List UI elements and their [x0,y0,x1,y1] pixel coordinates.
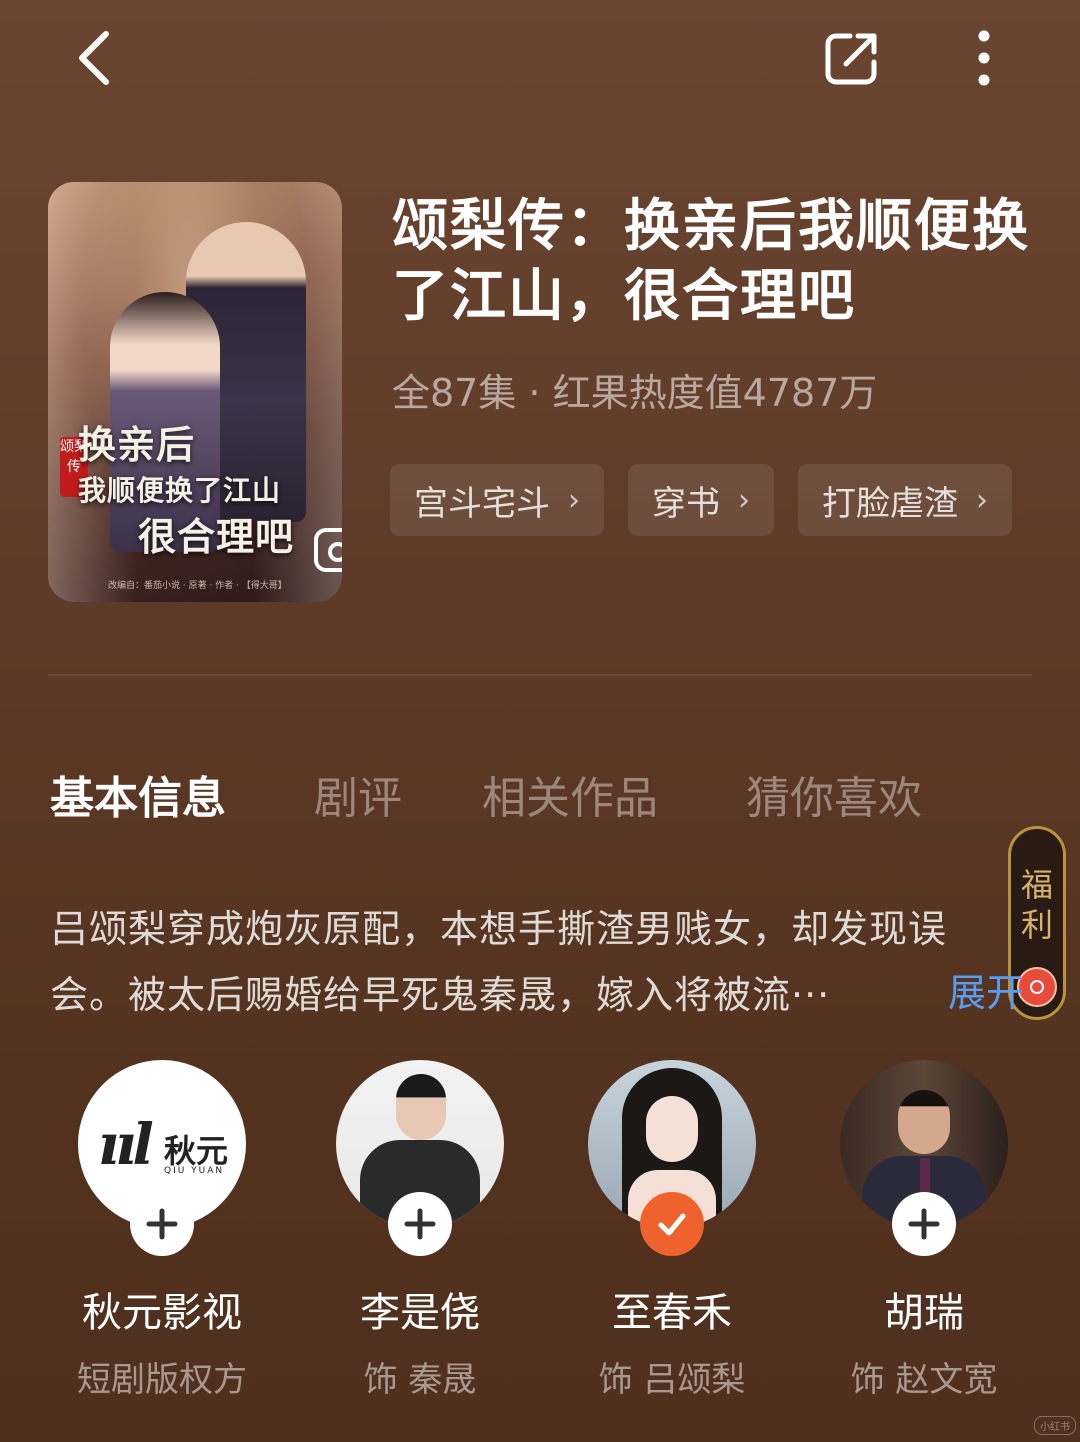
chevron-right-icon: › [738,482,750,518]
chevron-right-icon: › [568,482,580,518]
drama-poster[interactable]: 颂梨传 换亲后 我顺便换了江山 很合理吧 改编自：番茄小说 · 原著 · 作者 … [48,182,342,602]
share-button[interactable] [820,26,884,90]
drama-meta: 全87集 · 红果热度值4787万 [392,371,878,415]
poster-credit: 改编自：番茄小说 · 原著 · 作者 · 【得大哥】 [108,581,287,591]
cast-name: 秋元影视 [82,1290,242,1336]
cast-role: 饰 赵文宽 [850,1360,998,1400]
image-search-icon [314,528,342,572]
chevron-left-icon [79,31,109,85]
cast-name: 李是侥 [360,1290,480,1336]
tag-transmigration[interactable]: 穿书 › [628,464,774,536]
avatar-button[interactable] [336,1060,504,1256]
tag-face-slap[interactable]: 打脸虐渣 › [798,464,1012,536]
cast-member: 至春禾 饰 吕颂梨 [562,1060,782,1401]
more-button[interactable] [952,26,1016,90]
synopsis-line: 会。被太后赐婚给早死鬼秦晟，嫁入将被流··· [50,973,831,1017]
synopsis: 吕颂梨穿成炮灰原配，本想手撕渣男贱女，却发现误 会。被太后赐婚给早死鬼秦晟，嫁入… [50,896,1020,1028]
tab-related-works[interactable]: 相关作品 [482,762,658,826]
plus-icon [146,1208,178,1240]
tab-recommendations[interactable]: 猜你喜欢 [746,762,922,826]
checkmark-icon [658,1213,686,1236]
drama-title: 颂梨传：换亲后我顺便换了江山，很合理吧 [392,194,1030,329]
tag-palace-intrigue[interactable]: 宫斗宅斗 › [390,464,604,536]
avatar-button[interactable]: ııl 秋元 QIU YUAN [78,1060,246,1256]
avatar-button[interactable] [588,1060,756,1256]
expand-synopsis-link[interactable]: 展开 [948,962,1024,1017]
cast-role: 饰 秦晟 [363,1360,477,1400]
back-button[interactable] [62,26,126,90]
cast-member: ııl 秋元 QIU YUAN 秋元影视 短剧版权方 [52,1060,272,1401]
tab-basic-info[interactable]: 基本信息 [50,762,226,826]
tag-label: 打脸虐渣 [822,483,958,524]
plus-icon [908,1208,940,1240]
avatar-photo [898,1090,950,1154]
top-bar [0,0,1080,120]
cast-list: ııl 秋元 QIU YUAN 秋元影视 短剧版权方 李是侥 饰 秦晟 至春禾 … [0,1060,1080,1420]
avatar-photo [396,1074,446,1140]
studio-logo-mark: ııl [98,1112,154,1178]
cast-name: 至春禾 [612,1290,732,1336]
watermark: 小红书 [1034,1416,1076,1435]
section-divider [48,674,1032,676]
follow-button[interactable] [130,1192,194,1256]
avatar-photo [646,1096,698,1162]
follow-button[interactable] [892,1192,956,1256]
cast-name: 胡瑞 [884,1290,964,1336]
follow-button[interactable] [388,1192,452,1256]
more-vertical-icon [978,30,990,86]
cast-member: 李是侥 饰 秦晟 [310,1060,530,1401]
share-icon [825,33,877,85]
tag-label: 穿书 [652,483,720,524]
avatar-button[interactable] [840,1060,1008,1256]
image-preview-button[interactable] [310,522,342,578]
cast-role: 饰 吕颂梨 [598,1360,746,1400]
tag-label: 宫斗宅斗 [414,483,550,524]
studio-logo-en: QIU YUAN [164,1166,225,1176]
plus-icon [404,1208,436,1240]
followed-button[interactable] [640,1192,704,1256]
cast-member: 胡瑞 饰 赵文宽 [814,1060,1034,1401]
tab-reviews[interactable]: 剧评 [314,762,402,826]
tag-list: 宫斗宅斗 › 穿书 › 打脸虐渣 › [390,464,1012,536]
cast-role: 短剧版权方 [77,1360,247,1400]
chevron-right-icon: › [976,482,988,518]
poster-title-art: 换亲后 我顺便换了江山 很合理吧 [78,422,295,559]
synopsis-line: 吕颂梨穿成炮灰原配，本想手撕渣男贱女，却发现误 [50,907,948,951]
